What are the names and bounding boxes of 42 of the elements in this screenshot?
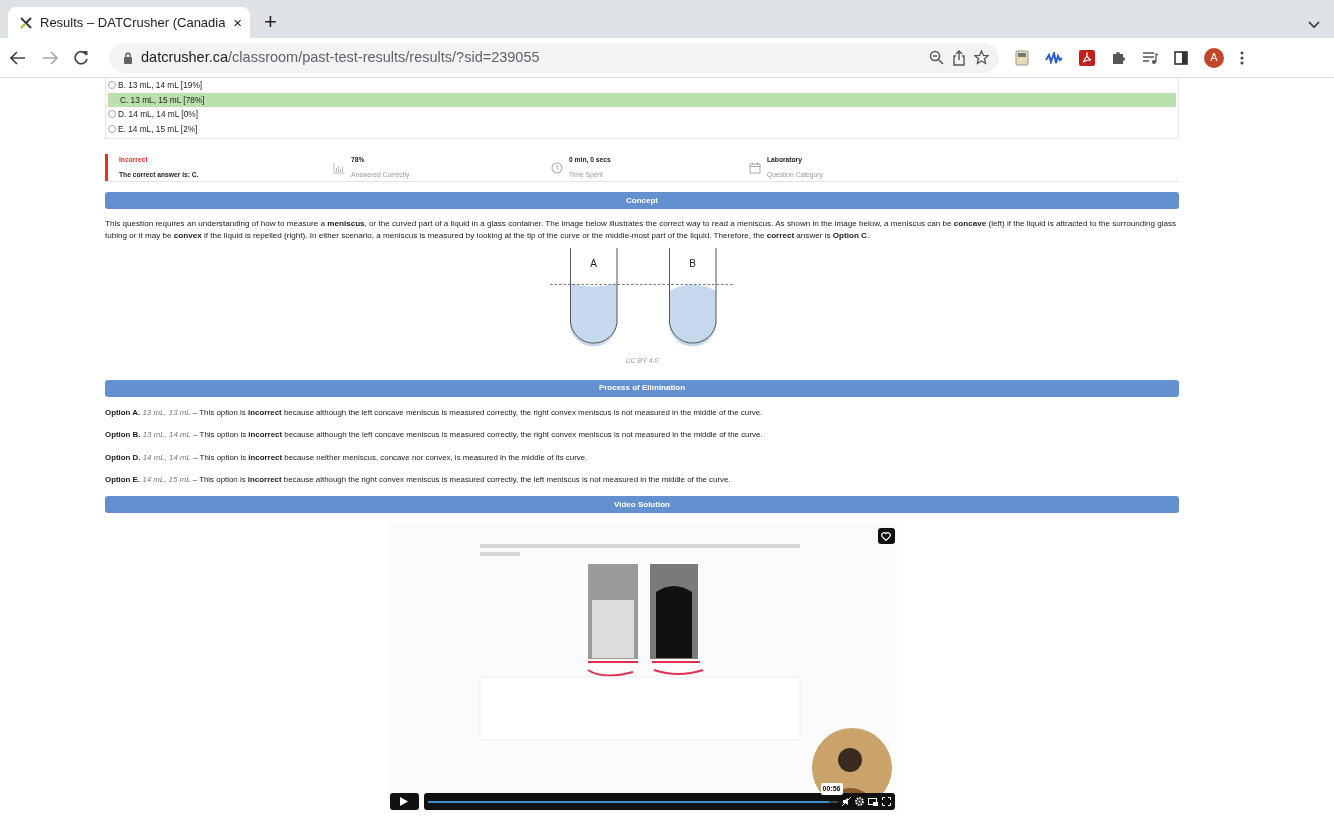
- zoom-icon[interactable]: [929, 50, 944, 65]
- clock-icon: [551, 161, 563, 174]
- calculator-icon[interactable]: [1015, 49, 1029, 66]
- bar-chart-icon: [333, 161, 345, 174]
- section-header: Video Solution: [105, 496, 1179, 513]
- puzzle-icon[interactable]: [1111, 50, 1126, 65]
- muted-volume-icon[interactable]: [841, 797, 851, 806]
- url-text: datcrusher.ca/classroom/past-test-results/results/?sid=239055: [141, 47, 541, 67]
- close-tab-button[interactable]: ×: [233, 15, 242, 30]
- tab-title: Results – DATCrusher (Canadia: [40, 13, 226, 32]
- option-label: E. 14 mL, 15 mL [2%]: [118, 122, 198, 135]
- section-header: Concept: [105, 192, 1179, 209]
- option-label: D. 14 mL, 14 mL [0%]: [118, 108, 198, 121]
- fullscreen-icon[interactable]: [881, 797, 891, 806]
- play-icon: [400, 797, 408, 806]
- new-tab-button[interactable]: +: [264, 11, 277, 33]
- lock-icon: [123, 51, 133, 64]
- option-label: B. 13 mL, 14 mL [19%]: [118, 79, 203, 92]
- playlist-icon[interactable]: [1142, 51, 1158, 64]
- address-bar[interactable]: datcrusher.ca/classroom/past-test-results/results/?sid=239055: [109, 42, 999, 73]
- picture-in-picture-icon[interactable]: [867, 797, 878, 806]
- pdf-icon[interactable]: [1079, 49, 1095, 66]
- heart-icon: [881, 531, 891, 541]
- reload-icon[interactable]: [74, 50, 89, 65]
- play-button[interactable]: [389, 793, 419, 810]
- share-icon[interactable]: [952, 49, 966, 66]
- section-header: Process of Elimination: [105, 379, 1179, 397]
- star-icon[interactable]: [974, 50, 989, 65]
- menu-icon[interactable]: [1240, 50, 1244, 65]
- settings-icon[interactable]: [854, 797, 864, 806]
- waveform-icon[interactable]: [1045, 51, 1063, 64]
- site-logo-icon: [20, 16, 32, 29]
- calendar-icon: [749, 161, 761, 174]
- option-label: C. 13 mL, 15 mL [78%]: [120, 93, 205, 106]
- chevron-down-icon[interactable]: [1308, 21, 1320, 29]
- explanation-text: This question requires an understanding of how to measure a meniscus, or the curved part of a liquid in a glass container. The image below illustrates the correct way to read a meniscus. As shown in the image below, a meniscus can be concave (left) if the liquid is attracted to the surrounding glass tubing or it may be convex if the liquid is repelled (right). In either scenario, a meniscus is measured by looking at the tip of the curve or the middle-most part of the liquid. Therefore, the correct answer is Option C.: [105, 218, 1178, 242]
- back-icon[interactable]: [10, 50, 26, 65]
- profile-avatar[interactable]: A: [1204, 47, 1224, 68]
- side-panel-icon[interactable]: [1174, 50, 1188, 65]
- tube-label: A: [590, 258, 597, 269]
- tube-label: B: [689, 258, 696, 269]
- browser-tab[interactable]: Results – DATCrusher (Canadia ×: [8, 7, 250, 38]
